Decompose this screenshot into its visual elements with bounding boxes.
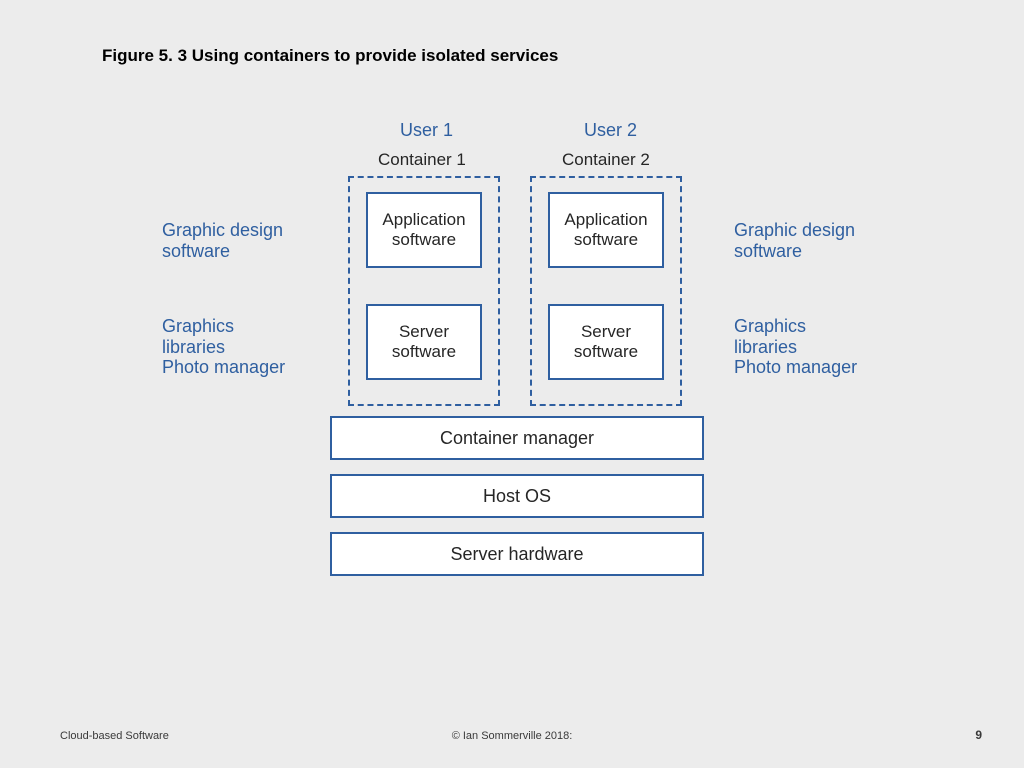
c2-application-software: Application software (548, 192, 664, 268)
label-user-2: User 2 (584, 120, 637, 141)
layer-host-os: Host OS (330, 474, 704, 518)
layer-container-manager: Container manager (330, 416, 704, 460)
box-label: Application software (564, 210, 647, 251)
box-label: Application software (382, 210, 465, 251)
box-label: Server hardware (450, 544, 583, 565)
box-label: Server software (392, 322, 456, 363)
slide: Figure 5. 3 Using containers to provide … (0, 0, 1024, 768)
label-left-graphics-libs: Graphics libraries Photo manager (162, 316, 285, 378)
footer-page-number: 9 (975, 728, 982, 742)
figure-title: Figure 5. 3 Using containers to provide … (102, 46, 558, 66)
label-user-1: User 1 (400, 120, 453, 141)
label-left-graphic-design: Graphic design software (162, 220, 283, 261)
c1-application-software: Application software (366, 192, 482, 268)
box-label: Server software (574, 322, 638, 363)
c2-server-software: Server software (548, 304, 664, 380)
diagram: User 1 User 2 Container 1 Container 2 Gr… (0, 100, 1024, 660)
box-label: Host OS (483, 486, 551, 507)
label-right-graphic-design: Graphic design software (734, 220, 855, 261)
label-container-1: Container 1 (378, 150, 466, 170)
label-container-2: Container 2 (562, 150, 650, 170)
label-right-graphics-libs: Graphics libraries Photo manager (734, 316, 857, 378)
box-label: Container manager (440, 428, 594, 449)
c1-server-software: Server software (366, 304, 482, 380)
footer-center: © Ian Sommerville 2018: (0, 730, 1024, 742)
layer-server-hardware: Server hardware (330, 532, 704, 576)
